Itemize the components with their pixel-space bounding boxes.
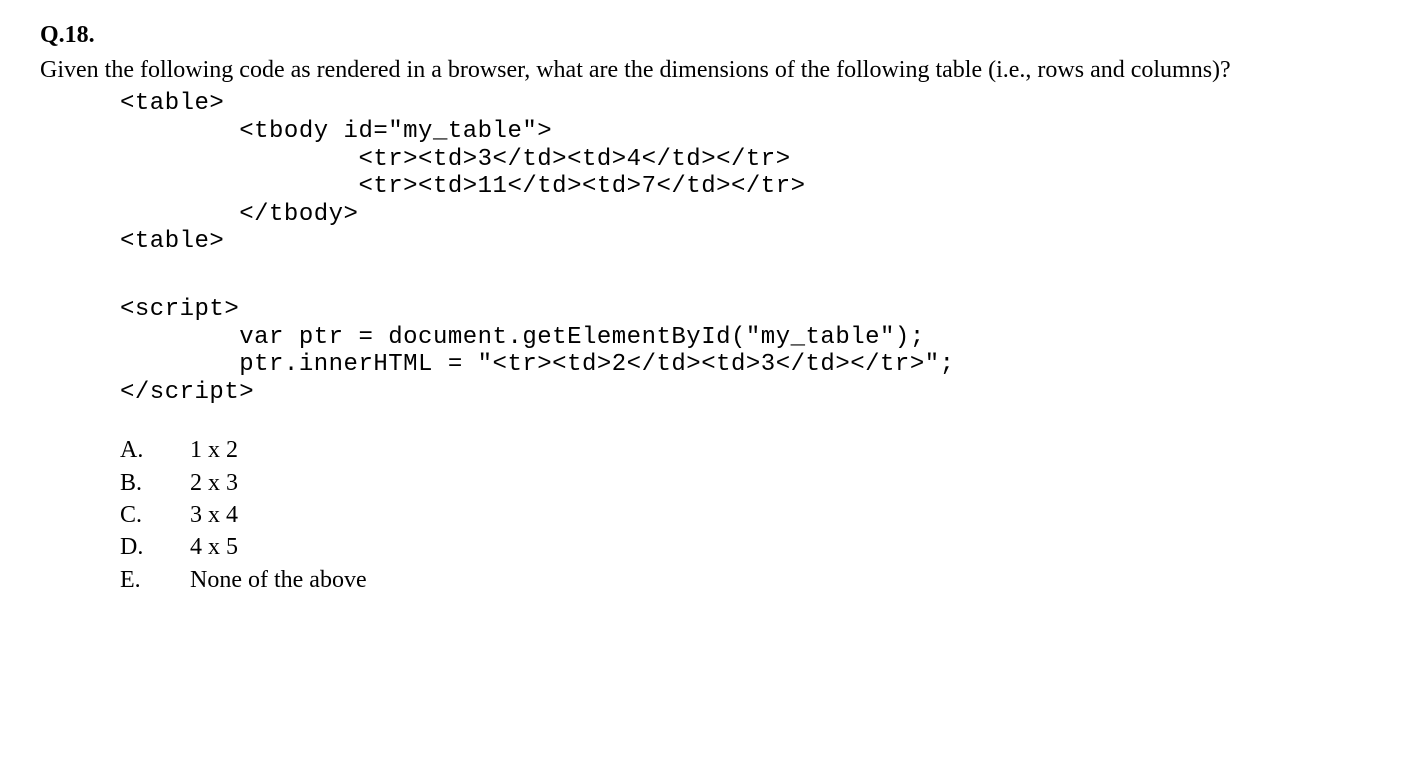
option-letter: C. [120, 499, 150, 531]
option-letter: D. [120, 531, 150, 563]
code-block-2: <script> var ptr = document.getElementBy… [120, 296, 1388, 406]
option-text: 3 x 4 [190, 499, 238, 531]
option-text: 2 x 3 [190, 467, 238, 499]
option-letter: A. [120, 434, 150, 466]
question-header: Q.18. [40, 20, 1388, 51]
code-block-1: <table> <tbody id="my_table"> <tr><td>3<… [120, 90, 1388, 256]
option-text: None of the above [190, 564, 367, 596]
option-e[interactable]: E. None of the above [120, 564, 1388, 596]
question-number: Q.18. [40, 22, 95, 48]
option-letter: B. [120, 467, 150, 499]
option-text: 4 x 5 [190, 531, 238, 563]
question-prompt: Given the following code as rendered in … [40, 55, 1388, 86]
option-d[interactable]: D. 4 x 5 [120, 531, 1388, 563]
option-text: 1 x 2 [190, 434, 238, 466]
answer-options: A. 1 x 2 B. 2 x 3 C. 3 x 4 D. 4 x 5 E. N… [120, 434, 1388, 596]
option-b[interactable]: B. 2 x 3 [120, 467, 1388, 499]
option-a[interactable]: A. 1 x 2 [120, 434, 1388, 466]
option-letter: E. [120, 564, 150, 596]
spacer [40, 256, 1388, 296]
option-c[interactable]: C. 3 x 4 [120, 499, 1388, 531]
